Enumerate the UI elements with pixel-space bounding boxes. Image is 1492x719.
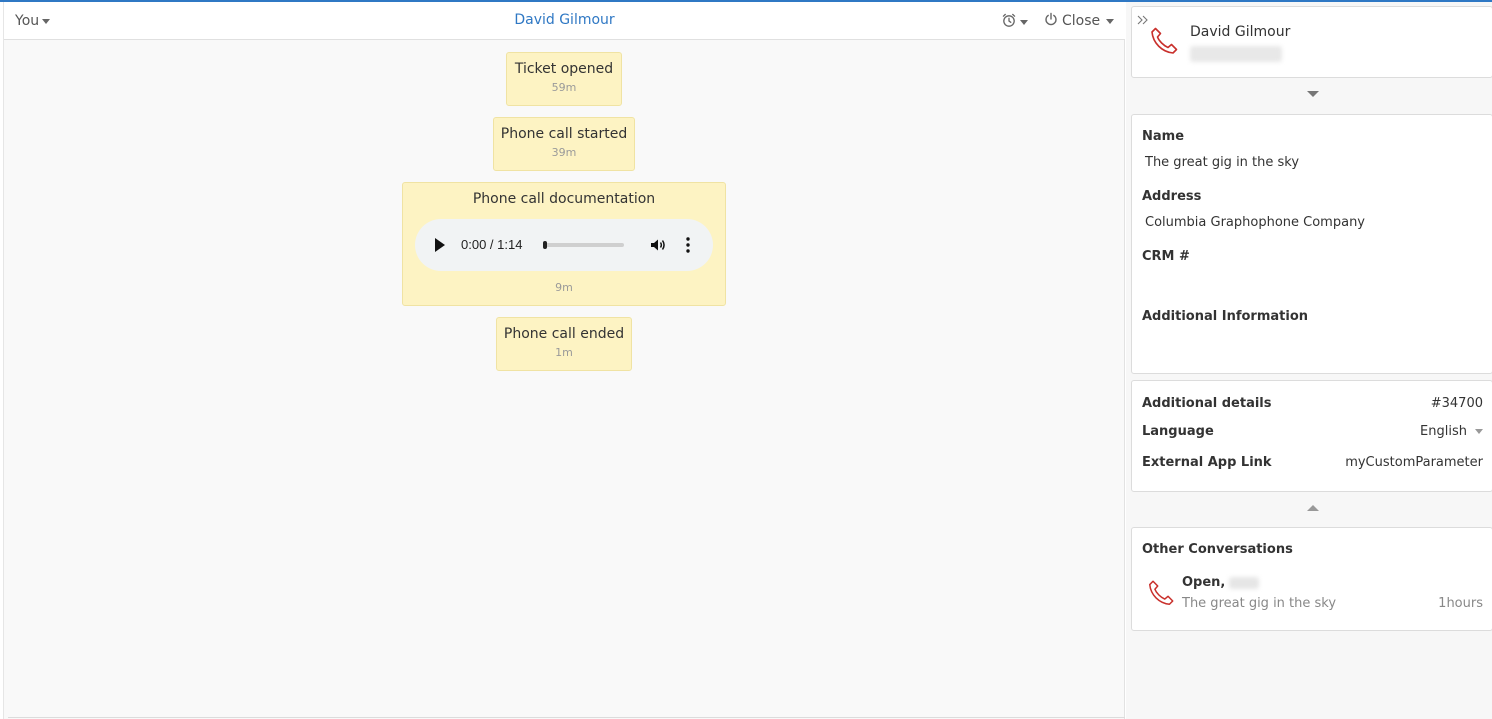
additional-details-title: Additional details: [1142, 396, 1272, 411]
crm-label: CRM #: [1142, 249, 1190, 264]
event-time: 9m: [555, 281, 573, 294]
address-label: Address: [1142, 189, 1202, 204]
name-label: Name: [1142, 129, 1185, 144]
close-label: Close: [1062, 13, 1101, 29]
audio-seek-thumb[interactable]: [543, 241, 547, 249]
alarm-clock-icon: [1001, 12, 1017, 32]
event-time: 1m: [555, 346, 573, 359]
conversation-status: Open,: [1182, 575, 1260, 590]
ticket-id: #34700: [1430, 396, 1483, 411]
contact-phone-redacted: [1190, 46, 1282, 62]
conversation-title: David Gilmour: [4, 12, 1125, 28]
event-label: Phone call ended: [503, 326, 625, 342]
play-icon[interactable]: [435, 238, 445, 252]
language-value: English: [1420, 424, 1467, 439]
chevron-down-icon: [1020, 19, 1028, 25]
name-field[interactable]: The great gig in the sky: [1145, 155, 1299, 170]
collapse-toggle-up-icon[interactable]: [1307, 505, 1319, 511]
close-button[interactable]: Close: [1044, 12, 1100, 30]
timeline-event: Phone call started 39m: [493, 117, 635, 171]
address-field[interactable]: Columbia Graphophone Company: [1145, 215, 1365, 230]
chevron-down-icon: [1475, 429, 1483, 434]
contact-fields-card: Name The great gig in the sky Address Co…: [1131, 114, 1492, 374]
audio-seek-bar[interactable]: [544, 243, 624, 247]
redacted-text: [1229, 576, 1260, 589]
contact-name-link[interactable]: David Gilmour: [514, 12, 614, 28]
timeline-event: Phone call ended 1m: [496, 317, 632, 371]
audio-time: 0:00 / 1:14: [461, 237, 523, 252]
phone-icon: [1148, 25, 1180, 61]
event-label: Phone call documentation: [472, 191, 656, 207]
phone-icon: [1146, 578, 1176, 612]
contact-name: David Gilmour: [1190, 24, 1291, 40]
additional-details-card: Additional details #34700 Language Engli…: [1131, 380, 1492, 492]
conversation-panel: You David Gilmour Close Ticket opened 59…: [3, 2, 1125, 719]
other-conversations-card: Other Conversations Open, The great gig …: [1131, 527, 1492, 631]
conversation-list-item[interactable]: Open, The great gig in the sky 1hours: [1132, 570, 1492, 618]
conversation-header: You David Gilmour Close: [4, 2, 1125, 40]
event-label: Ticket opened: [514, 61, 614, 77]
language-select[interactable]: English: [1420, 424, 1483, 439]
details-sidebar: David Gilmour Name The great gig in the …: [1126, 2, 1492, 719]
conversation-status-text: Open,: [1182, 575, 1226, 590]
timeline-event: Ticket opened 59m: [506, 52, 622, 106]
more-options-icon[interactable]: [685, 235, 691, 259]
external-link-label: External App Link: [1142, 455, 1272, 470]
event-label: Phone call started: [500, 126, 628, 142]
chevron-down-icon[interactable]: [1106, 19, 1114, 24]
event-time: 39m: [551, 146, 577, 159]
audio-player: 0:00 / 1:14: [415, 219, 713, 271]
other-conversations-title: Other Conversations: [1142, 542, 1293, 557]
timeline-event: Phone call documentation 0:00 / 1:14 9m: [402, 182, 726, 306]
event-time: 59m: [551, 81, 577, 94]
external-app-link[interactable]: myCustomParameter: [1345, 455, 1483, 470]
power-icon: [1044, 12, 1058, 30]
conversation-subject: The great gig in the sky: [1182, 596, 1337, 611]
additional-info-label: Additional Information: [1142, 309, 1309, 324]
reminder-dropdown[interactable]: [1001, 12, 1028, 32]
volume-icon[interactable]: [649, 236, 667, 258]
contact-card: David Gilmour: [1131, 6, 1492, 78]
collapse-toggle-down-icon[interactable]: [1307, 91, 1319, 97]
conversation-age: 1hours: [1438, 596, 1483, 611]
language-label: Language: [1142, 424, 1214, 439]
